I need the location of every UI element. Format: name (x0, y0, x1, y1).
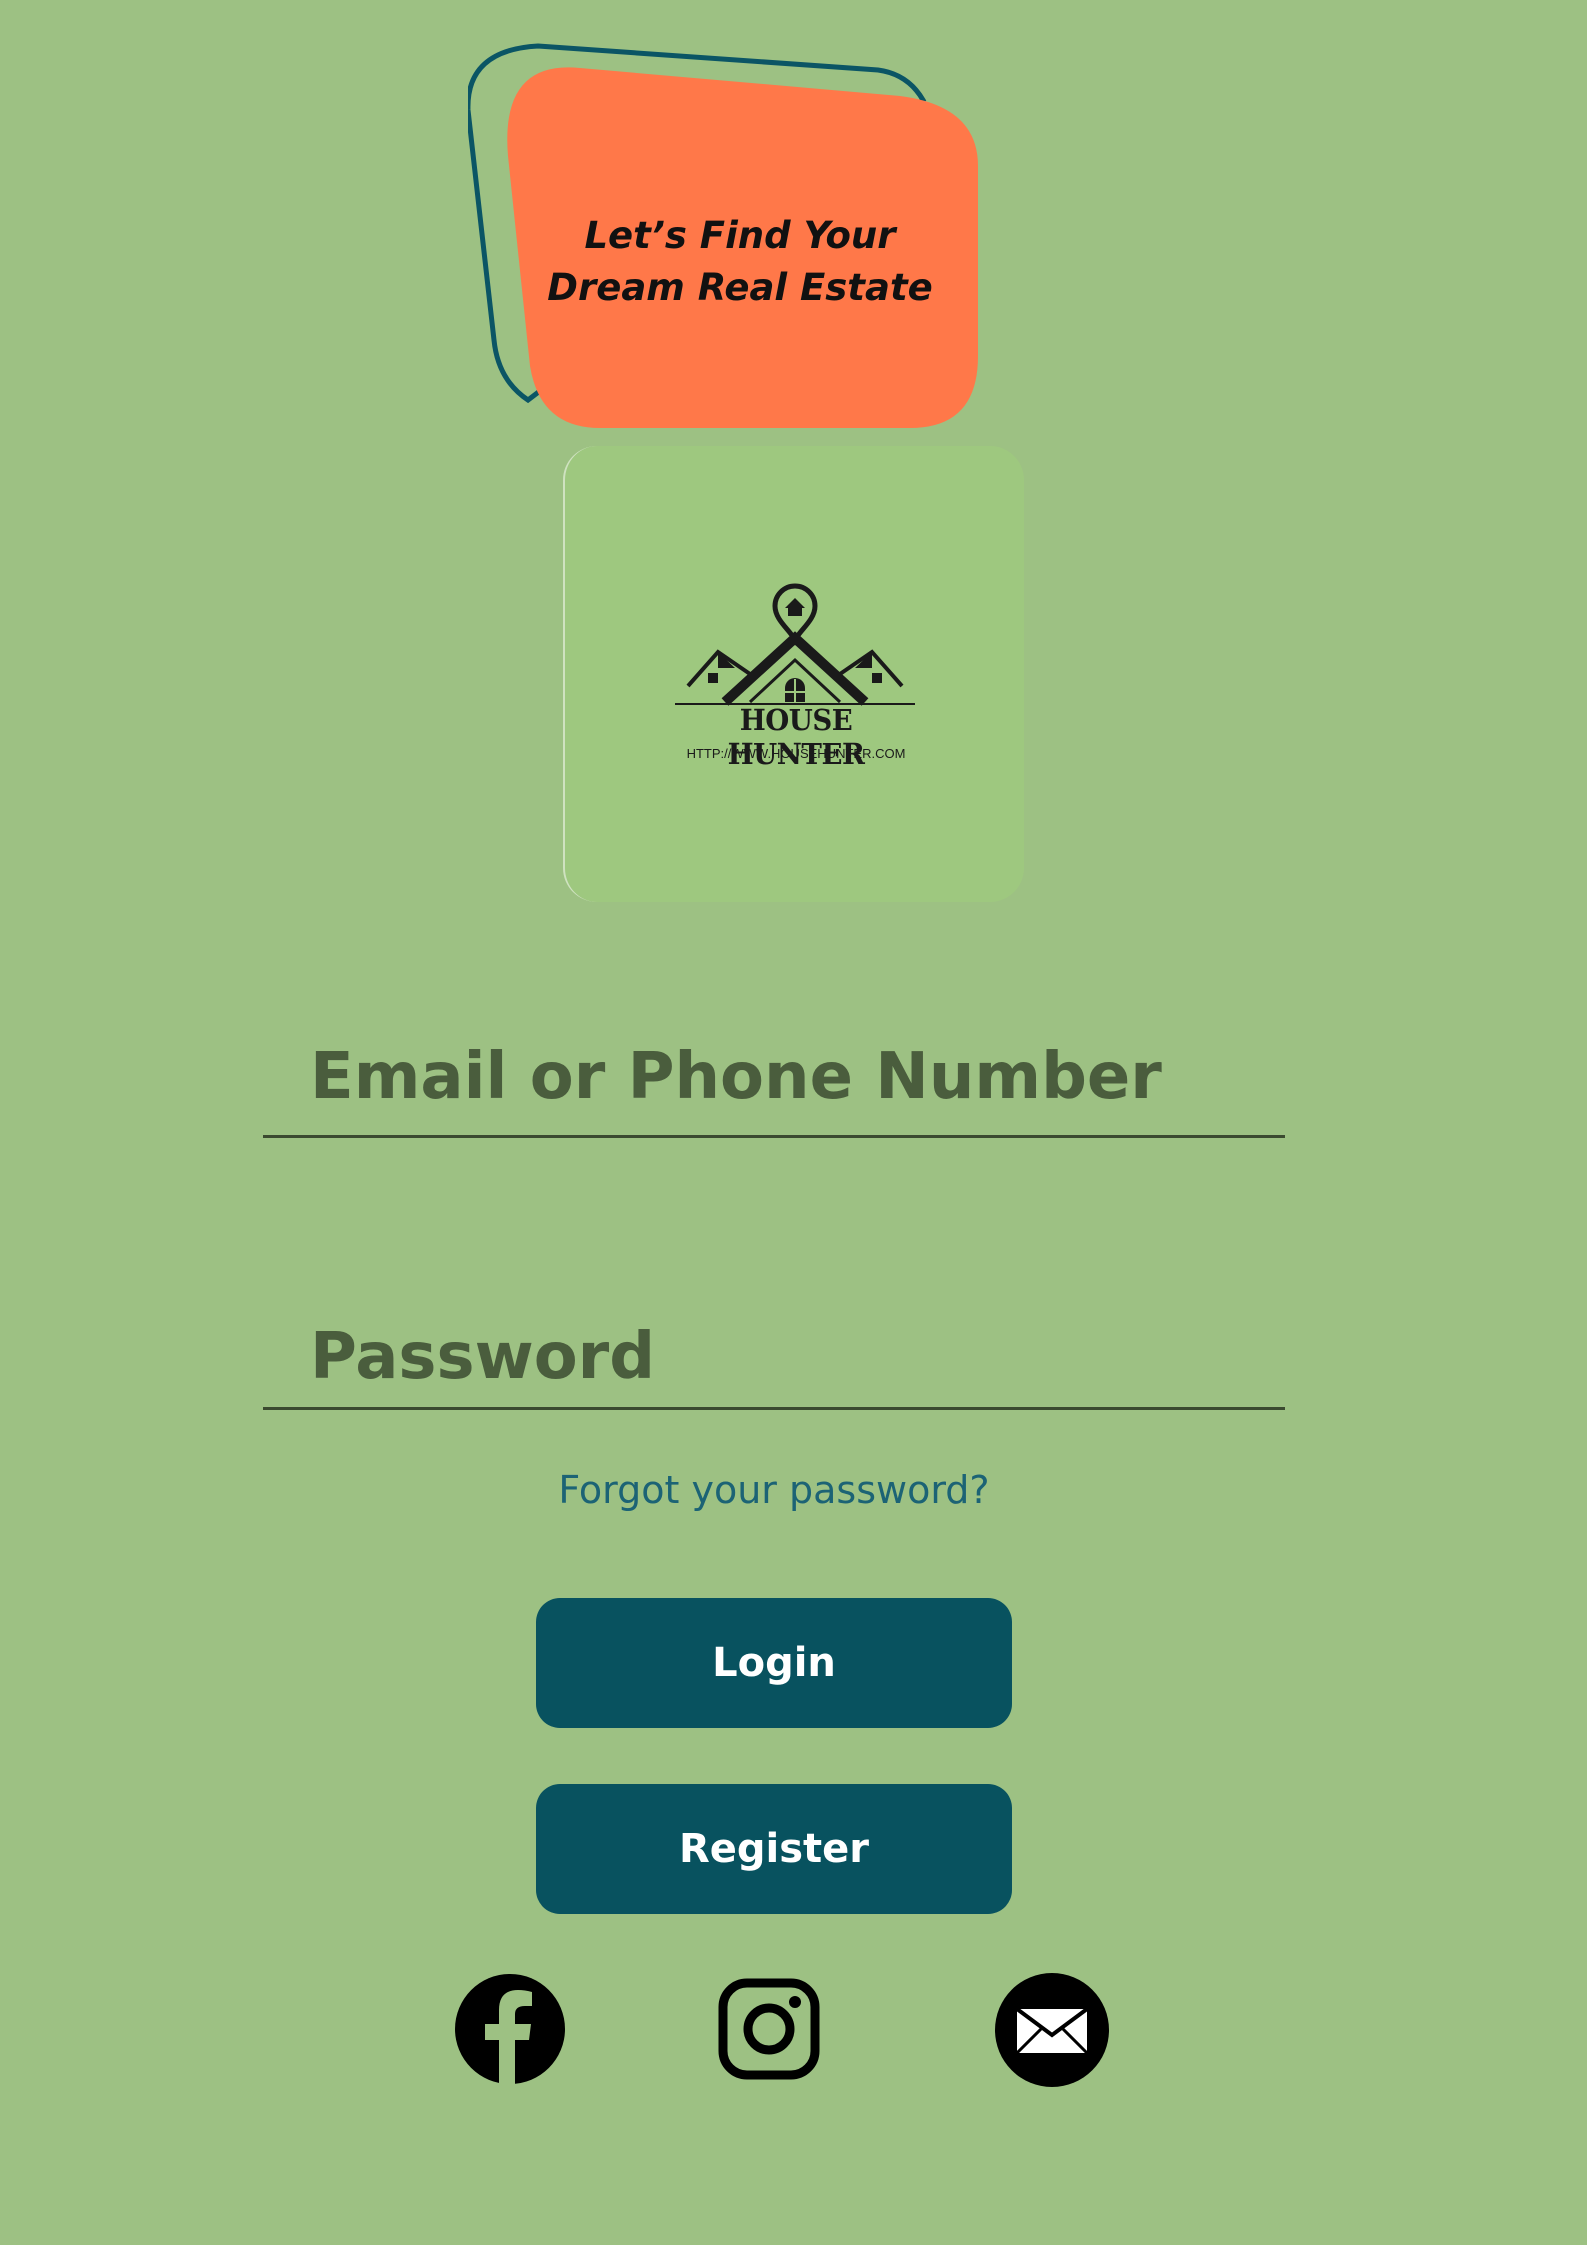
forgot-password-link[interactable]: Forgot your password? (463, 1468, 1085, 1512)
tagline-line-2: Dream Real Estate (547, 266, 933, 309)
facebook-icon[interactable] (455, 1974, 565, 2084)
password-underline (263, 1407, 1285, 1410)
email-field[interactable]: Email or Phone Number (310, 1040, 1162, 1114)
register-button[interactable]: Register (536, 1784, 1012, 1914)
login-button[interactable]: Login (536, 1598, 1012, 1728)
mail-icon[interactable] (995, 1973, 1109, 2087)
email-underline (263, 1135, 1285, 1138)
tagline-line-1: Let’s Find Your (584, 214, 896, 257)
instagram-icon[interactable] (718, 1978, 820, 2080)
password-field[interactable]: Password (310, 1320, 655, 1394)
hero-tagline: Let’s Find Your Dream Real Estate (520, 210, 960, 314)
brand-url: HTTP://WWW.HOUSEHUNTER.COM (686, 746, 906, 761)
